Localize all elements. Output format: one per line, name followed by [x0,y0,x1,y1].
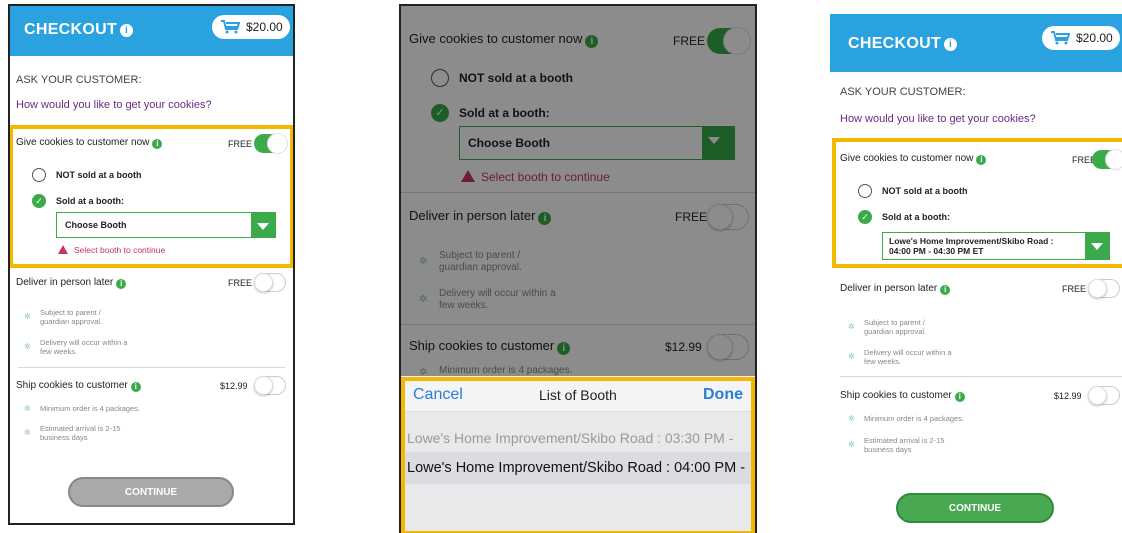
deliver-later-price: FREE [228,278,253,288]
bullet-star-icon: ✲ [848,414,855,423]
cart-icon [221,20,240,34]
continue-button[interactable]: CONTINUE [896,493,1054,523]
ship-price: $12.99 [220,381,248,391]
not-booth-radio[interactable] [431,69,449,87]
deliver-later-bullet: Delivery will occur within a few weeks. [439,288,556,311]
ship-title: Ship cookies to customer i [16,380,141,392]
highlight-box [832,138,1122,268]
divider [840,376,1122,377]
info-icon[interactable]: i [940,285,951,295]
info-icon[interactable]: i [557,342,571,355]
divider [401,192,755,193]
ship-bullet: Minimum order is 4 packages. [864,414,965,423]
bullet-star-icon: ✲ [24,342,31,351]
cart-total: $20.00 [246,20,283,34]
info-icon[interactable]: i [538,212,552,225]
delivery-question: How would you like to get your cookies? [840,113,1036,125]
checkout-header: CHECKOUT i $20.00 [830,14,1122,72]
ship-bullet: Estimated arrival is 2-15 business days [40,424,121,442]
give-now-title: Give cookies to customer now i [409,31,599,48]
ask-customer-label: ASK YOUR CUSTOMER: [16,74,142,86]
ask-customer-label: ASK YOUR CUSTOMER: [840,86,966,98]
info-icon[interactable]: i [585,35,599,48]
bullet-star-icon: ✲ [848,322,855,331]
checkout-header: CHECKOUT i $20.00 [10,6,293,56]
page-title: CHECKOUT i [848,35,958,53]
cart-icon [1051,31,1070,45]
ship-toggle[interactable] [1088,386,1120,405]
deliver-later-bullet: Delivery will occur within a few weeks. [40,338,128,356]
divider [18,367,285,368]
modal-overlay [401,6,755,376]
highlight-box [401,377,755,533]
ship-bullet: Minimum order is 4 packages. [40,404,141,413]
ship-price: $12.99 [665,340,702,354]
give-now-toggle[interactable] [707,28,750,54]
info-icon[interactable]: i [954,392,965,402]
divider [401,324,755,325]
ship-title: Ship cookies to customer i [840,390,965,402]
bullet-star-icon: ✲ [848,440,855,449]
cart-total-badge[interactable]: $20.00 [212,15,290,39]
ship-toggle[interactable] [707,334,749,360]
deliver-later-title: Deliver in person later i [16,277,127,289]
ship-toggle[interactable] [254,376,286,395]
deliver-later-bullet: Subject to parent / guardian approval. [864,318,927,336]
page-title: CHECKOUT i [24,21,134,39]
check-icon[interactable]: ✓ [431,104,449,122]
cart-total-badge[interactable]: $20.00 [1042,26,1120,50]
give-now-price: FREE [673,34,706,48]
info-icon[interactable]: i [944,38,958,51]
ship-title: Ship cookies to customer i [409,338,571,355]
bullet-star-icon: ✲ [24,312,31,321]
deliver-later-toggle[interactable] [254,273,286,292]
booth-select-value: Choose Booth [468,136,550,150]
deliver-later-bullet: Delivery will occur within a few weeks. [864,348,952,366]
deliver-later-toggle[interactable] [707,204,749,230]
not-booth-label: NOT sold at a booth [459,71,573,85]
deliver-later-toggle[interactable] [1088,279,1120,298]
ship-bullet: Minimum order is 4 packages. [439,365,573,376]
deliver-later-bullet: Subject to parent / guardian approval. [439,250,522,273]
ship-bullet: Estimated arrival is 2-15 business days [864,436,945,454]
continue-button[interactable]: CONTINUE [68,477,234,507]
deliver-later-bullet: Subject to parent / guardian approval. [40,308,103,326]
booth-select[interactable]: Choose Booth [459,126,735,160]
booth-warning: Select booth to continue [461,170,610,184]
deliver-later-price: FREE [1062,284,1087,294]
cart-total: $20.00 [1076,31,1113,45]
bullet-star-icon: ✲ [419,256,428,267]
ship-price: $12.99 [1054,391,1082,401]
checkout-screen-initial: CHECKOUT i $20.00 ASK YOUR CUSTOMER: How … [8,4,295,525]
bullet-star-icon: ✲ [24,428,31,437]
info-icon[interactable]: i [130,382,141,392]
booth-label: Sold at a booth: [459,106,550,120]
bullet-star-icon: ✲ [419,294,428,305]
deliver-later-title: Deliver in person later i [409,208,552,225]
warning-icon [461,170,475,182]
info-icon[interactable]: i [116,279,127,289]
bullet-star-icon: ✲ [848,352,855,361]
delivery-question: How would you like to get your cookies? [16,99,212,111]
checkout-screen-booth-selected: CHECKOUT i $20.00 ASK YOUR CUSTOMER: How … [830,4,1122,533]
deliver-later-price: FREE [675,210,708,224]
booth-picker-screen: Give cookies to customer now i FREE NOT s… [399,4,757,533]
chevron-down-icon[interactable] [702,127,734,159]
highlight-box [10,125,293,268]
bullet-star-icon: ✲ [24,404,31,413]
deliver-later-title: Deliver in person later i [840,283,951,295]
info-icon[interactable]: i [120,24,134,37]
